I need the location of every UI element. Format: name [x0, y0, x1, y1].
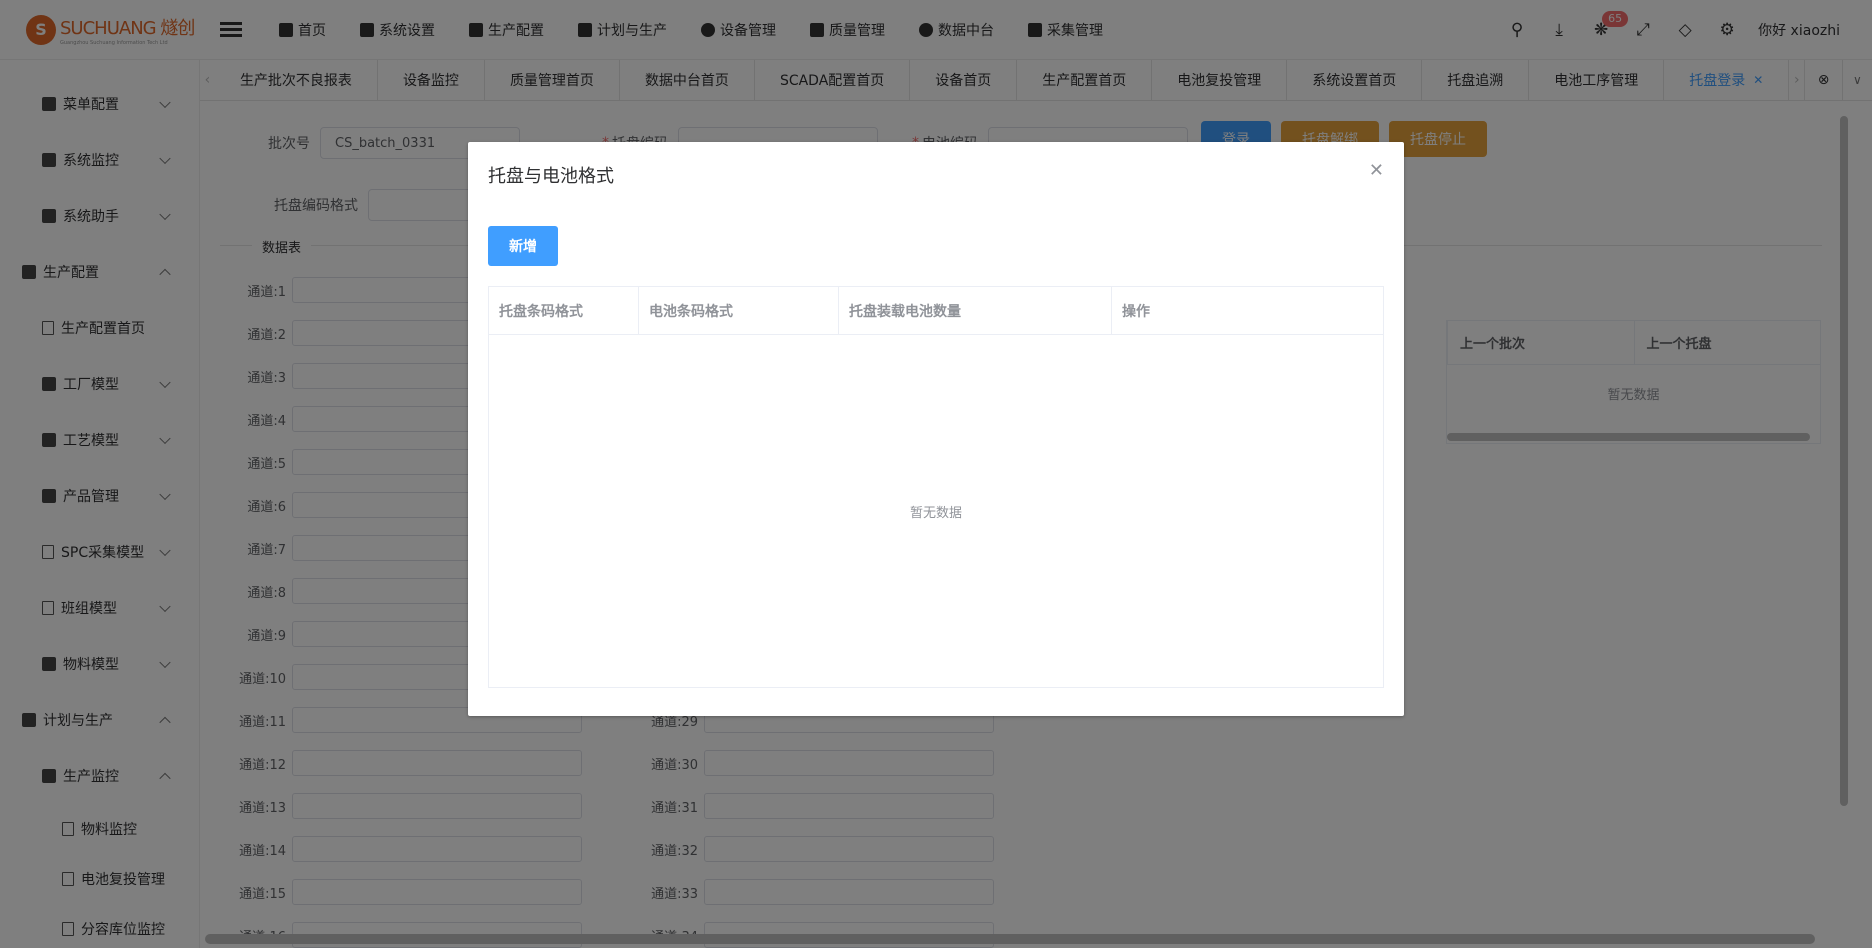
column-header: 托盘条码格式 [489, 287, 639, 334]
dialog-title: 托盘与电池格式 [488, 166, 614, 187]
column-header: 操作 [1122, 303, 1150, 320]
column-header: 电池条码格式 [639, 287, 839, 334]
empty-text: 暂无数据 [909, 505, 962, 521]
format-dialog: 托盘与电池格式 ✕ 新增 托盘条码格式 电池条码格式 托盘装载电池数量 操作 暂… [468, 142, 1404, 716]
format-table: 托盘条码格式 电池条码格式 托盘装载电池数量 操作 暂无数据 [488, 286, 1384, 688]
close-icon[interactable]: ✕ [1369, 160, 1384, 181]
column-header: 托盘装载电池数量 [839, 287, 1112, 334]
add-button[interactable]: 新增 [488, 226, 558, 266]
